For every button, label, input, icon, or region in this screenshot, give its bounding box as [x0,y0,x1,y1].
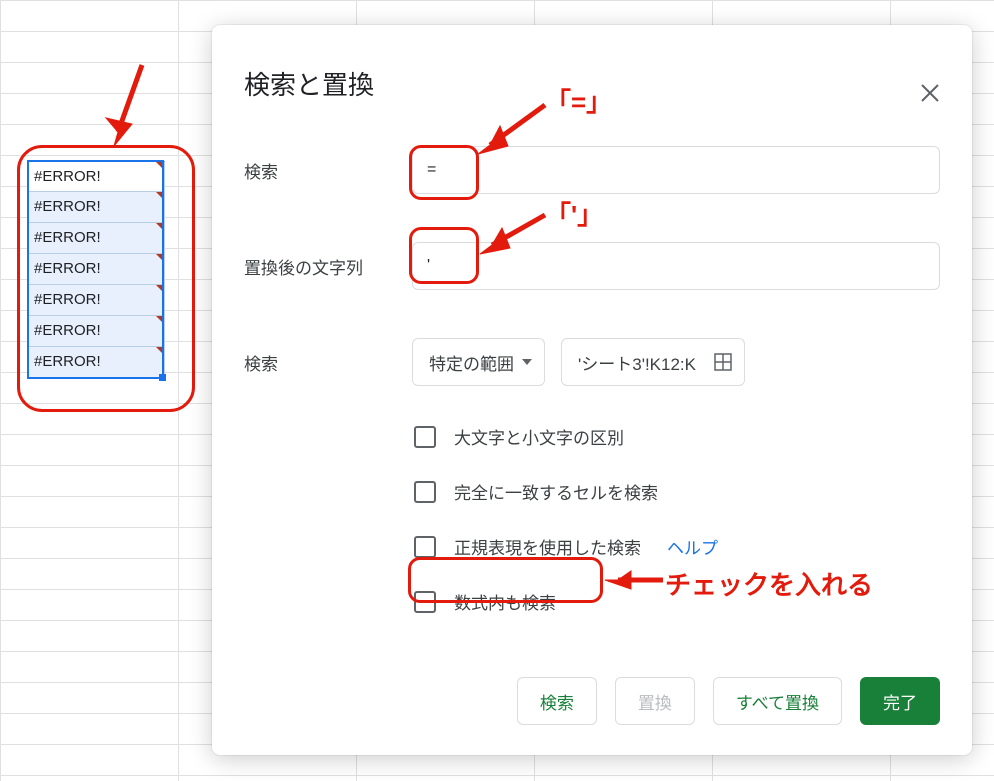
caret-down-icon [522,359,532,365]
replace-all-button[interactable]: すべて置換 [713,677,842,725]
cell-value: #ERROR! [34,198,101,215]
error-indicator-icon [156,192,164,200]
scope-dropdown[interactable]: 特定の範囲 [412,338,545,386]
error-indicator-icon [156,285,164,293]
cell-value: #ERROR! [34,291,101,308]
replace-label: 置換後の文字列 [244,254,412,279]
cell[interactable]: #ERROR! [28,223,165,254]
cell[interactable]: #ERROR! [28,316,165,347]
checkbox-regex[interactable] [414,536,436,558]
range-value: 'シート3'!K12:K [578,350,696,375]
close-button[interactable] [910,73,950,113]
search-input[interactable] [412,146,940,194]
checkbox-row-formula[interactable]: 数式内も検索 [414,589,940,614]
close-icon [921,84,939,102]
checkbox-row-case[interactable]: 大文字と小文字の区別 [414,424,940,449]
scope-label: 検索 [244,350,412,375]
find-button[interactable]: 検索 [517,677,597,725]
scope-dropdown-label: 特定の範囲 [429,350,514,375]
range-input-box[interactable]: 'シート3'!K12:K [561,338,745,386]
checkbox-case[interactable] [414,426,436,448]
find-replace-dialog: 検索と置換 検索 置換後の文字列 検索 特定の範囲 'シート3'!K12:K 大… [212,25,972,755]
error-indicator-icon [156,316,164,324]
cell[interactable]: #ERROR! [28,347,165,378]
checkbox-entire[interactable] [414,481,436,503]
cell-value: #ERROR! [34,168,101,185]
replace-input[interactable] [412,242,940,290]
checkbox-formula[interactable] [414,591,436,613]
checkbox-label: 完全に一致するセルを検索 [454,479,658,504]
error-indicator-icon [156,162,164,170]
checkbox-label: 数式内も検索 [454,589,556,614]
select-range-icon[interactable] [714,353,732,371]
search-label: 検索 [244,158,412,183]
cell-value: #ERROR! [34,353,101,370]
checkbox-row-regex[interactable]: 正規表現を使用した検索 ヘルプ [414,534,940,559]
cell-value: #ERROR! [34,260,101,277]
dialog-title: 検索と置換 [212,65,972,102]
error-indicator-icon [156,347,164,355]
cell-value: #ERROR! [34,322,101,339]
cell[interactable]: #ERROR! [28,161,165,192]
cell[interactable]: #ERROR! [28,192,165,223]
regex-help-link[interactable]: ヘルプ [667,534,718,559]
checkbox-label: 正規表現を使用した検索 [454,534,641,559]
done-button[interactable]: 完了 [860,677,940,725]
replace-button[interactable]: 置換 [615,677,695,725]
checkbox-row-entire[interactable]: 完全に一致するセルを検索 [414,479,940,504]
cell[interactable]: #ERROR! [28,285,165,316]
error-indicator-icon [156,223,164,231]
checkbox-label: 大文字と小文字の区別 [454,424,624,449]
cell[interactable]: #ERROR! [28,254,165,285]
selected-range[interactable]: #ERROR! #ERROR! #ERROR! #ERROR! #ERROR! … [28,161,165,378]
cell-value: #ERROR! [34,229,101,246]
error-indicator-icon [156,254,164,262]
